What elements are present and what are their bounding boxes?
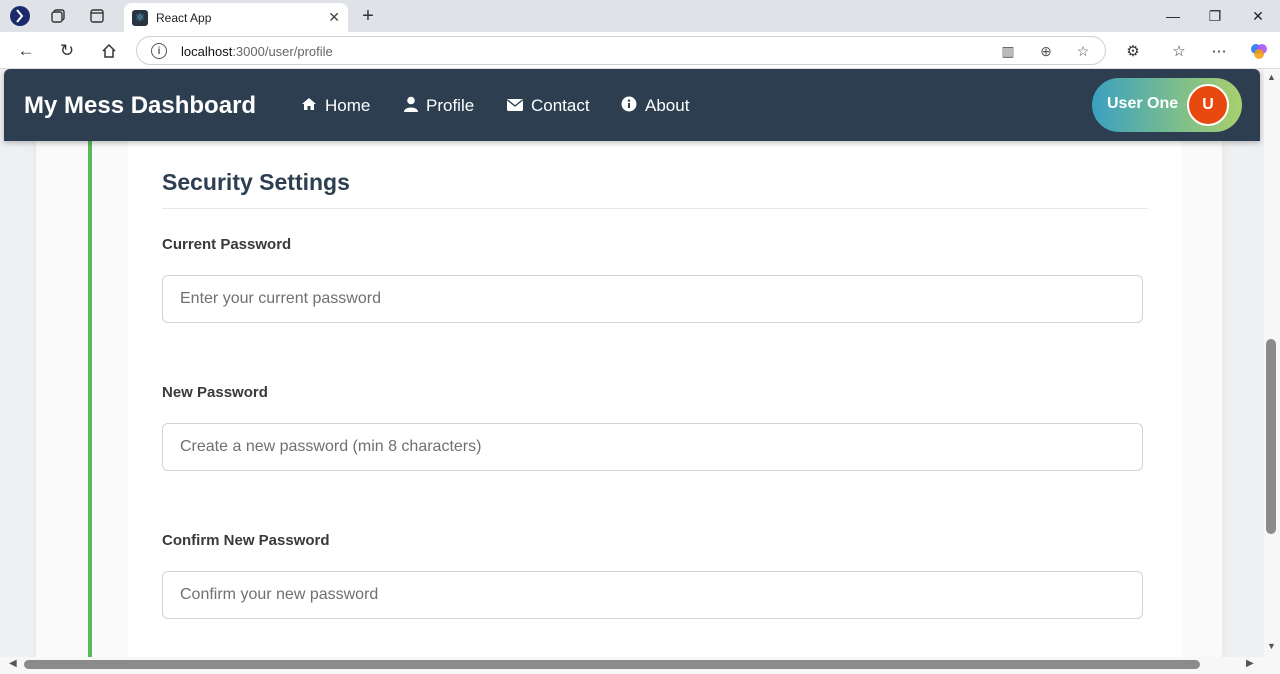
nav-contact[interactable]: Contact — [507, 96, 590, 116]
reload-icon[interactable]: ↻ — [54, 38, 80, 64]
section-divider — [162, 208, 1148, 209]
confirm-password-input[interactable] — [162, 571, 1143, 619]
current-password-label: Current Password — [162, 236, 292, 253]
scroll-left-icon[interactable]: ◀ — [9, 658, 17, 669]
current-password-input[interactable] — [162, 275, 1143, 323]
workspaces-icon[interactable] — [46, 4, 70, 28]
more-options-icon[interactable]: ⋯ — [1207, 39, 1231, 63]
url-path: :3000/user/profile — [232, 44, 333, 59]
minimize-icon[interactable]: — — [1153, 4, 1193, 28]
extensions-icon[interactable]: ⚙ — [1121, 39, 1145, 63]
scrollbar-corner — [1264, 657, 1280, 674]
page-viewport: My Mess Dashboard Home Profile Contact A… — [0, 69, 1264, 657]
close-window-icon[interactable]: ✕ — [1238, 4, 1278, 28]
tab-actions-icon[interactable] — [85, 4, 109, 28]
immersive-reader-icon[interactable]: ▥ — [999, 42, 1017, 60]
envelope-icon — [507, 98, 523, 115]
user-icon — [404, 96, 418, 116]
user-menu[interactable]: User One U — [1092, 78, 1242, 132]
horizontal-scroll-thumb[interactable] — [24, 660, 1200, 669]
nav-about[interactable]: About — [621, 96, 689, 116]
nav-profile[interactable]: Profile — [404, 96, 474, 116]
new-tab-button[interactable]: + — [356, 4, 380, 28]
nav-home-label: Home — [325, 96, 371, 115]
url-host: localhost — [181, 44, 233, 59]
nav-contact-label: Contact — [531, 96, 590, 115]
zoom-icon[interactable]: ⊕ — [1037, 42, 1055, 60]
scroll-up-icon[interactable]: ▲ — [1267, 72, 1276, 82]
avatar: U — [1187, 84, 1229, 126]
info-icon — [621, 96, 637, 116]
tab-react-app[interactable]: ⚛ React App ✕ — [124, 3, 348, 32]
back-icon[interactable]: ← — [13, 38, 39, 64]
browser-tab-strip: ⚛ React App ✕ + — ❐ ✕ — [0, 0, 1280, 32]
vertical-scrollbar[interactable]: ▲ ▼ — [1264, 69, 1280, 657]
close-tab-icon[interactable]: ✕ — [328, 9, 340, 26]
accent-bar — [88, 141, 92, 657]
favorites-icon[interactable]: ☆ — [1167, 39, 1191, 63]
scroll-down-icon[interactable]: ▼ — [1267, 641, 1276, 651]
url-text: localhost:3000/user/profile — [181, 44, 333, 59]
confirm-password-label: Confirm New Password — [162, 532, 330, 549]
site-info-icon[interactable]: i — [151, 43, 167, 59]
react-favicon-icon: ⚛ — [132, 9, 148, 26]
home-browser-icon[interactable] — [96, 38, 122, 64]
browser-toolbar: ← ↻ i localhost:3000/user/profile ▥ ⊕ ☆ … — [0, 32, 1280, 69]
new-password-label: New Password — [162, 384, 268, 401]
scroll-right-icon[interactable]: ▶ — [1246, 658, 1254, 669]
vertical-scroll-thumb[interactable] — [1266, 339, 1276, 534]
home-icon — [301, 97, 317, 115]
section-title: Security Settings — [162, 169, 350, 195]
nav-home[interactable]: Home — [301, 96, 370, 116]
tab-title: React App — [156, 10, 212, 25]
new-password-input[interactable] — [162, 423, 1143, 471]
brand-title[interactable]: My Mess Dashboard — [24, 92, 256, 120]
app-header: My Mess Dashboard Home Profile Contact A… — [4, 69, 1260, 141]
browser-profile-icon[interactable] — [8, 4, 32, 28]
copilot-icon[interactable] — [1247, 39, 1271, 63]
nav-about-label: About — [645, 96, 690, 115]
address-bar[interactable]: i localhost:3000/user/profile ▥ ⊕ ☆ — [136, 36, 1106, 65]
user-name: User One — [1107, 95, 1179, 112]
horizontal-scrollbar[interactable]: ◀ ▶ — [0, 657, 1264, 674]
restore-icon[interactable]: ❐ — [1195, 4, 1235, 28]
nav-profile-label: Profile — [426, 96, 475, 115]
favorite-star-icon[interactable]: ☆ — [1074, 42, 1092, 60]
